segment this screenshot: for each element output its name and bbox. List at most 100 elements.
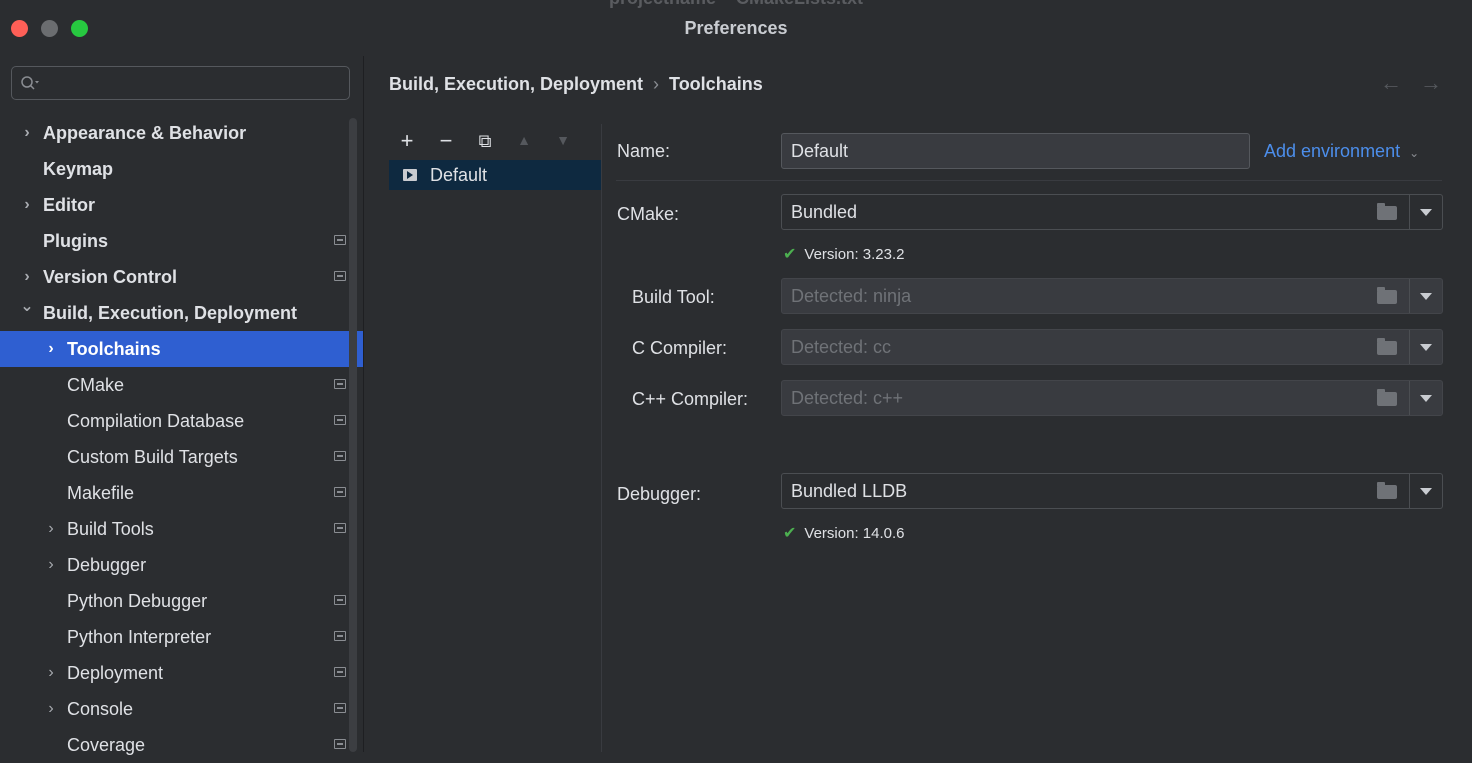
project-level-icon — [334, 379, 346, 389]
chevron-right-icon[interactable]: › — [44, 691, 58, 727]
background-window-title: projectname – CMakeLists.txt — [0, 0, 1472, 9]
window-title: Preferences — [684, 18, 788, 38]
c-compiler-combobox[interactable]: Detected: cc — [781, 329, 1443, 365]
dropdown-separator — [1409, 330, 1410, 364]
sidebar-item-toolchains[interactable]: › Toolchains — [0, 331, 363, 367]
chevron-down-icon: ⌄ — [1409, 146, 1420, 160]
dropdown-separator — [1409, 279, 1410, 313]
sidebar-item-editor[interactable]: › Editor — [0, 187, 363, 223]
sidebar-item-plugins[interactable]: Plugins — [0, 223, 363, 259]
cpp-compiler-combobox[interactable]: Detected: c++ — [781, 380, 1443, 416]
folder-icon[interactable] — [1377, 389, 1397, 406]
dropdown-arrow-icon[interactable] — [1420, 395, 1432, 402]
build-tool-combobox[interactable]: Detected: ninja — [781, 278, 1443, 314]
cmake-version: ✔ Version: 3.23.2 — [783, 244, 904, 264]
sidebar-item-python-debugger[interactable]: Python Debugger — [0, 583, 363, 619]
debugger-combobox[interactable]: Bundled LLDB — [781, 473, 1443, 509]
project-level-icon — [334, 703, 346, 713]
sidebar-item-label: Console — [67, 699, 134, 719]
toolchain-item-default[interactable]: Default — [389, 160, 601, 190]
chevron-right-icon[interactable]: › — [20, 115, 34, 151]
sidebar-item-appearance-behavior[interactable]: › Appearance & Behavior — [0, 115, 363, 151]
sidebar-item-label: Makefile — [67, 483, 135, 503]
chevron-right-icon[interactable]: › — [44, 655, 58, 691]
settings-content: Build, Execution, Deployment › Toolchains … — [364, 56, 1472, 752]
dropdown-arrow-icon[interactable] — [1420, 344, 1432, 351]
sidebar-scrollbar[interactable] — [349, 118, 357, 752]
settings-search-box[interactable] — [11, 66, 350, 100]
copy-toolchain-button[interactable]: ⧉ — [473, 131, 497, 152]
move-up-button[interactable]: ▲ — [512, 132, 536, 148]
sidebar-item-label: Version Control — [43, 267, 178, 287]
form-divider — [616, 180, 1442, 181]
project-level-icon — [334, 595, 346, 605]
dropdown-separator — [1409, 195, 1410, 229]
sidebar-item-keymap[interactable]: Keymap — [0, 151, 363, 187]
add-toolchain-button[interactable]: + — [395, 128, 419, 154]
cmake-combobox[interactable]: Bundled — [781, 194, 1443, 230]
sidebar-item-build-tools[interactable]: › Build Tools — [0, 511, 363, 547]
remove-toolchain-button[interactable]: − — [434, 128, 458, 154]
name-value: Default — [791, 141, 849, 161]
folder-icon[interactable] — [1377, 203, 1397, 220]
sidebar-item-label: Python Debugger — [67, 591, 208, 611]
project-level-icon — [334, 631, 346, 641]
toolchain-item-label: Default — [430, 165, 488, 185]
sidebar-item-compilation-database[interactable]: Compilation Database — [0, 403, 363, 439]
sidebar-item-label: Compilation Database — [67, 411, 245, 431]
sidebar-item-label: Coverage — [67, 735, 146, 755]
folder-icon[interactable] — [1377, 482, 1397, 499]
sidebar-item-label: Plugins — [43, 231, 109, 251]
cmake-label: CMake: — [617, 204, 680, 224]
project-level-icon — [334, 451, 346, 461]
chevron-right-icon[interactable]: › — [44, 331, 58, 367]
c-compiler-placeholder: Detected: cc — [791, 337, 892, 357]
chevron-right-icon[interactable]: › — [20, 187, 34, 223]
chevron-right-icon[interactable]: › — [44, 511, 58, 547]
dropdown-separator — [1409, 381, 1410, 415]
chevron-down-icon[interactable]: ⌄ — [20, 289, 34, 325]
dropdown-arrow-icon[interactable] — [1420, 488, 1432, 495]
title-bar: projectname – CMakeLists.txt Preferences — [0, 0, 1472, 56]
cpp-compiler-label: C++ Compiler: — [632, 389, 749, 409]
sidebar-item-console[interactable]: › Console — [0, 691, 363, 727]
sidebar-item-label: Python Interpreter — [67, 627, 212, 647]
sidebar-item-makefile[interactable]: Makefile — [0, 475, 363, 511]
sidebar-item-cmake[interactable]: CMake — [0, 367, 363, 403]
sidebar-item-label: Build, Execution, Deployment — [43, 303, 298, 323]
project-level-icon — [334, 235, 346, 245]
sidebar-item-label: Debugger — [67, 555, 147, 575]
back-arrow-icon[interactable]: ← — [1380, 70, 1402, 96]
breadcrumb-parent[interactable]: Build, Execution, Deployment — [389, 74, 643, 94]
debugger-label: Debugger: — [617, 484, 702, 504]
cpp-compiler-placeholder: Detected: c++ — [791, 388, 904, 408]
search-icon — [21, 76, 39, 90]
name-field[interactable]: Default — [781, 133, 1250, 169]
sidebar-item-version-control[interactable]: › Version Control — [0, 259, 363, 295]
sidebar-item-debugger[interactable]: › Debugger — [0, 547, 363, 583]
sidebar-item-label: Appearance & Behavior — [43, 123, 247, 143]
folder-icon[interactable] — [1377, 287, 1397, 304]
debugger-version: ✔ Version: 14.0.6 — [783, 523, 904, 543]
add-environment-link[interactable]: Add environment ⌄ — [1264, 141, 1419, 162]
dropdown-separator — [1409, 474, 1410, 508]
sidebar-item-coverage[interactable]: Coverage — [0, 727, 363, 763]
settings-search-input[interactable] — [46, 71, 346, 97]
dropdown-arrow-icon[interactable] — [1420, 293, 1432, 300]
sidebar-item-label: CMake — [67, 375, 125, 395]
move-down-button[interactable]: ▼ — [551, 132, 575, 148]
sidebar-item-label: Build Tools — [67, 519, 154, 539]
sidebar-item-deployment[interactable]: › Deployment — [0, 655, 363, 691]
sidebar-item-custom-build-targets[interactable]: Custom Build Targets — [0, 439, 363, 475]
folder-icon[interactable] — [1377, 338, 1397, 355]
c-compiler-label: C Compiler: — [632, 338, 728, 358]
chevron-right-icon[interactable]: › — [44, 547, 58, 583]
forward-arrow-icon[interactable]: → — [1420, 70, 1442, 96]
dropdown-arrow-icon[interactable] — [1420, 209, 1432, 216]
project-level-icon — [334, 667, 346, 677]
name-label: Name: — [617, 141, 671, 161]
sidebar-item-python-interpreter[interactable]: Python Interpreter — [0, 619, 363, 655]
toolchain-icon — [403, 169, 417, 181]
toolchains-list-panel: + − ⧉ ▲ ▼ Default — [389, 124, 602, 752]
sidebar-item-build-execution-deployment[interactable]: ⌄ Build, Execution, Deployment — [0, 295, 363, 331]
